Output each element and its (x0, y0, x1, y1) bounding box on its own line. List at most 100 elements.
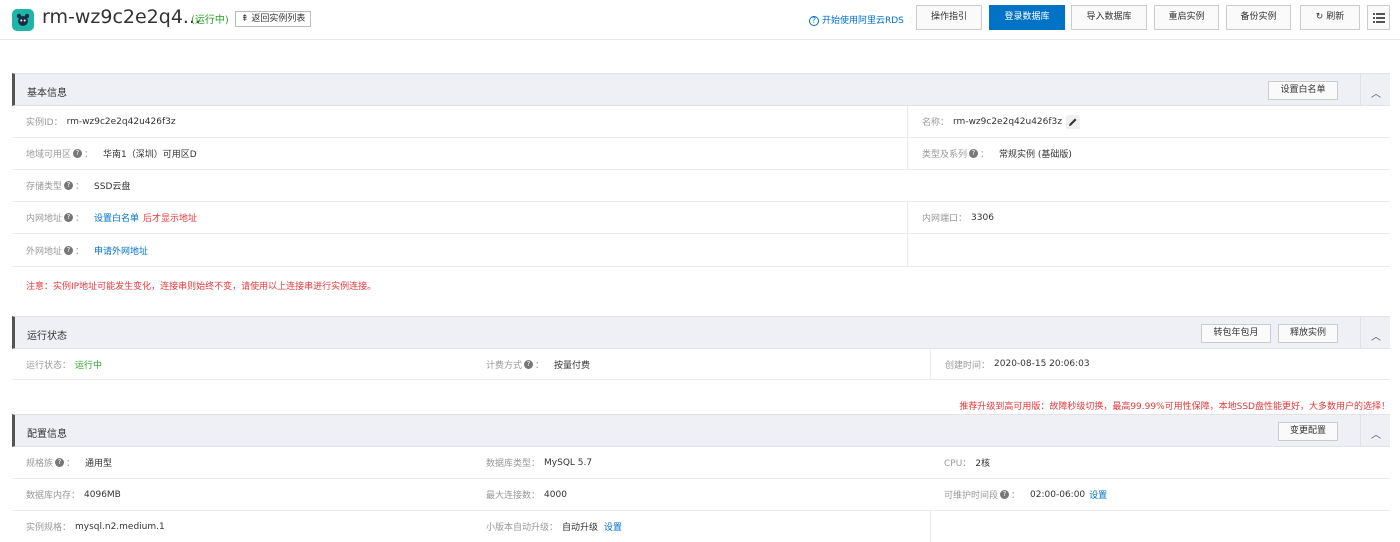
basic-row-storage: 存储类型 ? ： SSD云盘 (12, 170, 1390, 202)
guide-button[interactable]: 操作指引 (916, 5, 982, 30)
ip-change-note: 注意：实例IP地址可能发生变化，连接串则始终不变，请使用以上连接串进行实例连接。 (26, 282, 377, 292)
minor-upgrade-setting-link[interactable]: 设置 (604, 520, 622, 533)
config-collapse-button[interactable]: ︿ (1360, 415, 1390, 446)
back-to-list-button[interactable]: ⇞ 返回实例列表 (235, 11, 312, 27)
basic-info-collapse-button[interactable]: ︿ (1360, 74, 1390, 105)
maint-value: 02:00-06:00 (1030, 489, 1086, 500)
spec-value: mysql.n2.medium.1 (75, 521, 165, 532)
intranet-whitelist-link[interactable]: 设置白名单 (94, 211, 139, 224)
apply-internet-link[interactable]: 申请外网地址 (94, 244, 148, 257)
name-value: rm-wz9c2e2q42u426f3z (953, 116, 1062, 127)
list-menu-button[interactable] (1367, 5, 1390, 30)
internet-cell: 外网地址 ? ： 申请外网地址 (26, 244, 149, 257)
internet-label: 外网地址 (26, 246, 63, 257)
minor-upgrade-label: 小版本自动升级： (486, 523, 559, 533)
storage-help-icon[interactable]: ? (64, 181, 74, 190)
db-type-value: MySQL 5.7 (544, 457, 593, 468)
getting-started-label: 开始使用阿里云RDS (822, 16, 904, 26)
release-instance-button[interactable]: 释放实例 (1278, 324, 1338, 343)
created-cell: 创建时间： 2020-08-15 20:06:03 (930, 349, 1390, 379)
status-label: 运行状态： (26, 360, 72, 371)
intranet-cell: 内网地址 ? ： 设置白名单 后才显示地址 (26, 211, 198, 224)
top-bar: rm-wz9c2e2q4... (运行中) ⇞ 返回实例列表 ? 开始使用阿里云R… (0, 0, 1400, 40)
storage-cell: 存储类型 ? ： SSD云盘 (26, 181, 131, 192)
maint-setting-link[interactable]: 设置 (1089, 488, 1107, 501)
storage-label: 存储类型 (26, 182, 63, 192)
max-conn-value: 4000 (544, 489, 567, 500)
name-cell: 名称： rm-wz9c2e2q42u426f3z (907, 106, 1390, 137)
cpu-cell: CPU： 2核 (930, 447, 1390, 478)
memory-cell: 数据库内存： 4096MB (12, 479, 472, 510)
import-database-button[interactable]: 导入数据库 (1071, 5, 1147, 30)
billing-cell: 计费方式 ? ： 按量付费 (486, 359, 591, 371)
convert-subscription-button[interactable]: 转包年包月 (1201, 324, 1271, 343)
minor-upgrade-cell: 小版本自动升级： 自动升级 设置 (472, 511, 930, 542)
type-value: 常规实例 (基础版) (999, 150, 1072, 160)
status-cell: 运行状态： 运行中 (12, 349, 472, 379)
max-conn-label: 最大连接数： (486, 491, 541, 501)
memory-label: 数据库内存： (26, 491, 81, 501)
basic-row-id: 实例ID： rm-wz9c2e2q42u426f3z 名称： rm-wz9c2e… (12, 106, 1390, 138)
minor-upgrade-value: 自动升级 (562, 523, 599, 533)
status-value: 运行中 (75, 360, 103, 371)
running-status-header: 运行状态 转包年包月 释放实例 ︿ (12, 316, 1390, 349)
basic-row-intranet: 内网地址 ? ： 设置白名单 后才显示地址 内网端口： 3306 (12, 202, 1390, 234)
family-value: 通用型 (85, 459, 113, 469)
set-whitelist-button[interactable]: 设置白名单 (1268, 81, 1338, 100)
backup-instance-button[interactable]: 备份实例 (1226, 5, 1291, 30)
internet-help-icon[interactable]: ? (64, 245, 74, 255)
refresh-icon: ↻ (1315, 12, 1324, 22)
billing-value: 按量付费 (554, 360, 591, 371)
type-cell: 类型及系列 ? ： 常规实例 (基础版) (907, 138, 1390, 169)
intranet-port-value: 3306 (971, 212, 994, 223)
back-arrow-icon: ⇞ (241, 14, 249, 24)
maint-help-icon[interactable]: ? (1000, 490, 1010, 499)
region-label: 地域可用区 (26, 150, 72, 160)
refresh-label: 刷新 (1326, 12, 1345, 22)
empty-cell (907, 234, 1390, 266)
cpu-value: 2核 (975, 459, 991, 469)
family-label: 规格族 (26, 459, 54, 469)
change-config-button[interactable]: 变更配置 (1278, 422, 1338, 441)
instance-id-label: 实例ID： (26, 118, 63, 128)
spec-cell: 实例规格： mysql.n2.medium.1 (12, 511, 472, 542)
created-value: 2020-08-15 20:06:03 (994, 359, 1090, 369)
region-cell: 地域可用区 ? ： 华南1（深圳）可用区D (26, 149, 197, 160)
instance-status-badge: (运行中) (191, 15, 229, 26)
basic-info-title: 基本信息 (27, 88, 67, 99)
intranet-label: 内网地址 (26, 214, 63, 224)
edit-name-icon[interactable] (1066, 114, 1080, 129)
intranet-help-icon[interactable]: ? (64, 213, 74, 222)
basic-info-header: 基本信息 设置白名单 ︿ (12, 73, 1390, 106)
maint-label: 可维护时间段 (944, 491, 999, 501)
basic-row-internet: 外网地址 ? ： 申请外网地址 (12, 234, 1390, 267)
empty-config-cell (930, 511, 1390, 542)
config-title: 配置信息 (27, 429, 67, 440)
instance-id-value: rm-wz9c2e2q42u426f3z (66, 116, 176, 127)
instance-id-cell: 实例ID： rm-wz9c2e2q42u426f3z (12, 106, 907, 137)
login-database-button[interactable]: 登录数据库 (989, 5, 1065, 30)
max-conn-cell: 最大连接数： 4000 (472, 479, 930, 510)
type-help-icon[interactable]: ? (969, 149, 979, 158)
config-header: 配置信息 变更配置 ︿ (12, 414, 1390, 447)
restart-instance-button[interactable]: 重启实例 (1154, 5, 1219, 30)
billing-help-icon[interactable]: ? (524, 359, 534, 369)
region-help-icon[interactable]: ? (73, 149, 83, 158)
basic-row-region: 地域可用区 ? ： 华南1（深圳）可用区D 类型及系列 ? ： 常规实例 (基础… (12, 138, 1390, 170)
refresh-button[interactable]: ↻ 刷新 (1300, 5, 1360, 30)
billing-label: 计费方式 (486, 360, 523, 371)
storage-value: SSD云盘 (94, 182, 131, 192)
running-status-title: 运行状态 (27, 331, 67, 342)
getting-started-link[interactable]: ? 开始使用阿里云RDS (809, 13, 904, 26)
name-label: 名称： (922, 118, 950, 128)
family-help-icon[interactable]: ? (55, 458, 65, 467)
memory-value: 4096MB (84, 489, 121, 500)
db-type-cell: 数据库类型： MySQL 5.7 (472, 447, 930, 478)
running-status-collapse-button[interactable]: ︿ (1360, 317, 1390, 348)
list-icon (1373, 13, 1385, 23)
chevron-up-icon: ︿ (1371, 332, 1381, 343)
intranet-port-label: 内网端口： (922, 214, 968, 224)
instance-title: rm-wz9c2e2q4... (42, 6, 202, 28)
chevron-up-icon: ︿ (1371, 430, 1381, 441)
upgrade-promo[interactable]: 推荐升级到高可用版：故障秒级切换，最高99.99%可用性保障，本地SSD盘性能更… (959, 399, 1390, 412)
